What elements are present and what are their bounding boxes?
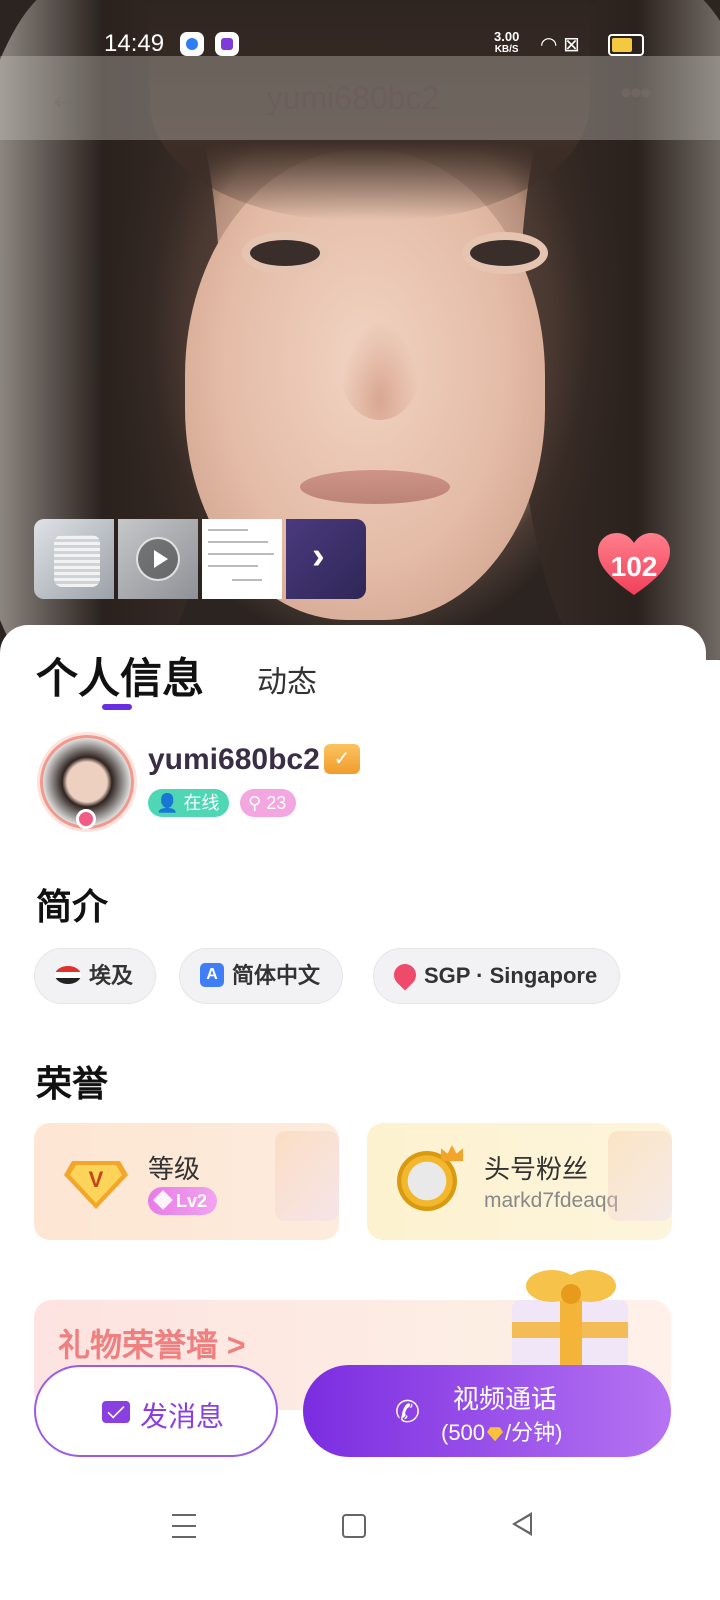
system-nav-bar — [0, 1490, 720, 1600]
app-notification-icon-2 — [215, 32, 239, 56]
status-time: 14:49 — [104, 30, 165, 57]
level-card[interactable]: V 等级 Lv2 — [34, 1123, 339, 1240]
send-message-label: 发消息 — [140, 1401, 225, 1432]
more-options-icon[interactable]: ••• — [620, 74, 652, 113]
crown-icon — [441, 1145, 463, 1161]
thumbnail-screenshot[interactable] — [202, 519, 282, 599]
video-call-label: 视频通话 — [453, 1384, 558, 1414]
top-fan-card[interactable]: 头号粉丝 markd7fdeaqq — [367, 1123, 672, 1240]
fans-badge: ⚲ 23 — [240, 789, 297, 817]
thumbnail-video[interactable] — [118, 519, 198, 599]
envelope-icon — [102, 1401, 130, 1423]
fans-count: 23 — [266, 793, 287, 813]
gift-wall-label: 礼物荣誉墙 > — [58, 1327, 246, 1363]
chevron-right-icon: › — [312, 535, 325, 577]
diamond-icon — [487, 1427, 504, 1442]
phone-icon: ✆ — [395, 1396, 421, 1429]
home-icon[interactable] — [342, 1514, 366, 1538]
language-icon: A — [200, 963, 224, 988]
gift-box-icon — [512, 1270, 628, 1380]
fans-icon: ⚲ — [248, 793, 262, 813]
level-decoration — [275, 1131, 339, 1221]
honor-heading: 荣誉 — [36, 1063, 109, 1104]
avatar-frame-gem — [76, 809, 96, 829]
location-chip: SGP · Singapore — [373, 948, 621, 1004]
verified-badge-icon: ✓ — [324, 744, 360, 774]
language-label: 简体中文 — [232, 963, 321, 988]
country-chip: 埃及 — [34, 948, 157, 1004]
location-pin-icon — [389, 959, 421, 991]
app-notification-icon — [180, 32, 204, 56]
country-label: 埃及 — [89, 963, 134, 988]
price-unit: /分钟) — [505, 1420, 563, 1445]
level-badge: Lv2 — [148, 1187, 218, 1215]
send-message-button[interactable]: 发消息 — [34, 1365, 278, 1457]
photo-thumbnails: › — [34, 519, 366, 599]
like-heart-badge[interactable]: 102 — [598, 533, 670, 597]
like-count: 102 — [610, 551, 658, 582]
thumbnail-more[interactable]: › — [286, 519, 366, 599]
cover-nose — [340, 320, 420, 420]
vip-v-badge-icon: V — [64, 1161, 128, 1209]
video-call-button[interactable]: ✆ 视频通话 (500/分钟) — [303, 1365, 671, 1457]
username: yumi680bc2 — [148, 743, 320, 776]
online-status-badge: 👤 在线 — [148, 789, 230, 817]
level-label: 等级 — [148, 1154, 201, 1184]
top-fan-name: markd7fdeaqq — [484, 1189, 619, 1212]
egypt-flag-icon — [55, 966, 81, 985]
price-amount: (500 — [441, 1420, 486, 1445]
language-chip: A 简体中文 — [179, 948, 344, 1004]
tab-personal-info[interactable]: 个人信息 — [36, 645, 204, 706]
location-label: SGP · Singapore — [424, 963, 598, 988]
thumbnail-photo[interactable] — [34, 519, 114, 599]
intro-heading: 简介 — [36, 886, 109, 927]
battery-icon — [608, 34, 644, 56]
cover-eye-left — [250, 240, 320, 266]
top-fan-label: 头号粉丝 — [484, 1154, 589, 1184]
cover-eye-right — [470, 240, 540, 266]
recent-apps-icon[interactable] — [172, 1514, 196, 1538]
video-call-price: (500/分钟) — [441, 1415, 563, 1447]
top-fan-decoration — [608, 1131, 672, 1221]
system-back-icon[interactable] — [512, 1512, 532, 1536]
cover-mouth — [300, 470, 450, 504]
wifi-icon: ◠ ⊠ — [540, 34, 580, 56]
tab-moments[interactable]: 动态 — [257, 657, 317, 701]
online-status-label: 在线 — [183, 793, 220, 813]
svg-text:V: V — [89, 1167, 104, 1192]
network-speed-unit: KB/S — [494, 44, 519, 55]
person-icon: 👤 — [156, 793, 179, 813]
play-icon — [136, 537, 180, 581]
network-speed: 3.00 KB/S — [494, 30, 519, 56]
page-title: yumi680bc2 — [266, 80, 440, 116]
network-speed-value: 3.00 — [494, 29, 520, 44]
title-bar: ← yumi680bc2 ••• — [0, 56, 720, 140]
active-tab-indicator — [102, 704, 132, 710]
